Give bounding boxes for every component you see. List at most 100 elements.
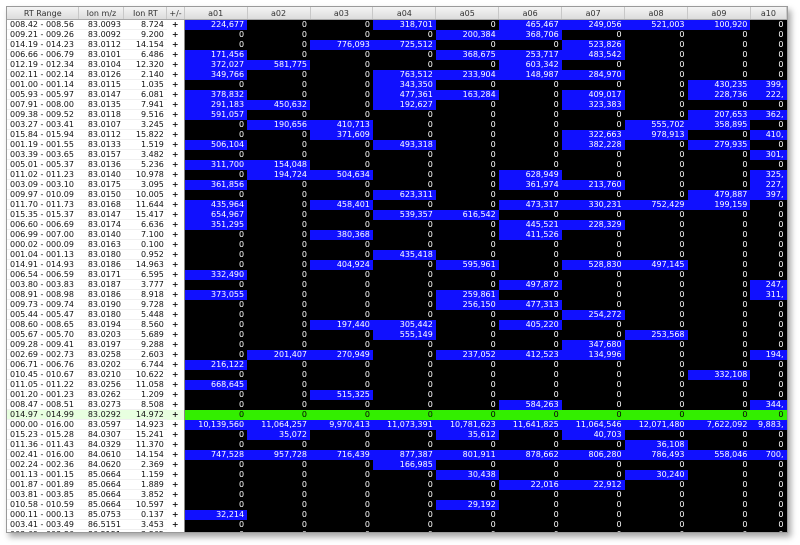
expand-toggle[interactable]: + [166, 149, 185, 160]
expand-toggle[interactable]: + [166, 89, 185, 100]
table-row[interactable]: 008.60 - 008.65 83.0194 8.560 +0 0 197,440 305… [7, 319, 787, 330]
column-header[interactable]: a08 [624, 7, 689, 20]
expand-toggle[interactable]: + [166, 409, 185, 420]
expand-toggle[interactable]: + [166, 69, 185, 80]
table-row[interactable]: 002.41 - 016.00 84.0610 14.154 +747,528 957,… [7, 449, 787, 460]
expand-toggle[interactable]: + [166, 49, 185, 60]
expand-toggle[interactable]: + [166, 469, 185, 480]
table-row[interactable]: 010.58 - 010.59 85.0664 10.597 +0 0 0 0 29,192 0… [7, 499, 787, 510]
table-row[interactable]: 006.66 - 006.79 83.0101 6.486 +171,456 0 0 0 36… [7, 49, 787, 60]
expand-toggle[interactable]: + [166, 219, 185, 230]
expand-toggle[interactable]: + [166, 349, 185, 360]
expand-toggle[interactable]: + [166, 79, 185, 90]
table-row[interactable]: 003.41 - 003.49 86.5151 3.453 +0 0 0 0 0 0 0 0 0 0 [7, 519, 787, 530]
expand-toggle[interactable]: + [166, 199, 185, 210]
table-row[interactable]: 009.21 - 009.26 83.0092 9.200 +0 0 0 0 200,384 3… [7, 29, 787, 40]
table-row[interactable]: 001.20 - 001.23 83.0262 1.209 +0 0 515,325 0 0 0… [7, 389, 787, 400]
expand-toggle[interactable]: + [166, 259, 185, 270]
table-row[interactable]: 001.87 - 001.89 85.0664 1.889 +0 0 0 0 0 22,016 2… [7, 479, 787, 490]
column-header[interactable]: a05 [435, 7, 500, 20]
table-row[interactable]: 006.54 - 006.59 83.0171 6.595 +332,490 0 0 0 0 0… [7, 269, 787, 280]
column-header[interactable]: Ion RT [123, 7, 168, 20]
table-row[interactable]: 003.27 - 003.41 83.0107 3.245 +0 190,656 410,… [7, 119, 787, 130]
expand-toggle[interactable]: + [166, 159, 185, 170]
expand-toggle[interactable]: + [166, 189, 185, 200]
expand-toggle[interactable]: + [166, 359, 185, 370]
table-row[interactable]: 002.11 - 002.14 83.0126 2.140 +349,766 0 0 763… [7, 69, 787, 80]
table-row[interactable]: 009.38 - 009.52 83.0118 9.516 +591,057 0 0 0 0 0… [7, 109, 787, 120]
table-row[interactable]: 005.93 - 005.97 83.0147 6.081 +378,832 0 0 477… [7, 89, 787, 100]
expand-toggle[interactable]: + [166, 389, 185, 400]
expand-toggle[interactable]: + [166, 519, 185, 530]
table-row[interactable]: 008.47 - 008.51 83.0273 8.508 +0 0 0 0 0 584,263… [7, 399, 787, 410]
expand-toggle[interactable]: + [166, 489, 185, 500]
expand-toggle[interactable]: + [166, 249, 185, 260]
expand-toggle[interactable]: + [166, 369, 185, 380]
table-row[interactable]: 005.44 - 005.47 83.0180 5.448 +0 0 0 0 0 0 254,27… [7, 309, 787, 320]
expand-toggle[interactable]: + [166, 399, 185, 410]
table-row[interactable]: 008.42 - 008.56 83.0093 8.724 +224,677 0 0 318… [7, 19, 787, 30]
expand-toggle[interactable]: + [166, 29, 185, 40]
table-row[interactable]: 003.81 - 003.85 85.0664 3.852 +0 0 0 0 0 0 0 0 0 0 [7, 489, 787, 500]
table-row[interactable]: 001.13 - 001.15 85.0664 1.159 +0 0 0 0 30,438 0 0… [7, 469, 787, 480]
expand-toggle[interactable]: + [166, 319, 185, 330]
column-header[interactable]: a06 [498, 7, 563, 20]
expand-toggle[interactable]: + [166, 19, 185, 30]
table-row[interactable]: 005.01 - 005.37 83.0136 5.236 +311,700 154,0… [7, 159, 787, 170]
column-header[interactable]: RT Range [7, 7, 80, 20]
expand-toggle[interactable]: + [166, 309, 185, 320]
column-header[interactable]: a09 [687, 7, 751, 20]
expand-toggle[interactable]: + [166, 499, 185, 510]
column-header[interactable]: a10 [750, 7, 787, 20]
column-header[interactable]: a07 [561, 7, 626, 20]
table-row[interactable]: 011.70 - 011.73 83.0168 11.644 +435,964 0 458… [7, 199, 787, 210]
table-row[interactable]: 000.11 - 000.13 85.0753 0.137 +32,214 0 0 0 0 0 0… [7, 509, 787, 520]
table-row[interactable]: 005.67 - 005.70 83.0203 5.689 +0 0 0 555,149 0 0… [7, 329, 787, 340]
column-header[interactable]: a02 [247, 7, 311, 20]
table-row[interactable]: 011.02 - 011.23 83.0140 10.978 +0 194,724 504… [7, 169, 787, 180]
expand-toggle[interactable]: + [166, 339, 185, 350]
expand-toggle[interactable]: + [166, 299, 185, 310]
expand-toggle[interactable]: + [166, 439, 185, 450]
expand-toggle[interactable]: + [166, 269, 185, 280]
table-row[interactable]: 009.73 - 009.74 83.0190 9.728 +0 0 0 0 256,150 4… [7, 299, 787, 310]
table-row[interactable]: 001.00 - 001.14 83.0115 1.035 +0 0 0 343,350 0 0… [7, 79, 787, 90]
table-row[interactable]: 000.00 - 016.00 83.0597 14.923 +10,139,560 1… [7, 419, 787, 430]
expand-toggle[interactable]: + [166, 109, 185, 120]
table-row[interactable]: 009.28 - 009.41 83.0197 9.288 +0 0 0 0 0 0 347,68… [7, 339, 787, 350]
table-row[interactable]: 000.02 - 000.09 83.0163 0.100 +0 0 0 0 0 0 0 0 0 0 [7, 239, 787, 250]
table-row[interactable]: 002.69 - 002.73 83.0258 2.603 +0 201,407 270,… [7, 349, 787, 360]
expand-toggle[interactable]: + [166, 129, 185, 140]
expand-toggle[interactable]: + [166, 449, 185, 460]
table-row[interactable]: 011.36 - 011.43 84.0329 11.370 +0 0 0 0 0 0 0 36,1… [7, 439, 787, 450]
table-row[interactable]: 015.35 - 015.37 83.0147 15.417 +654,967 0 0 53… [7, 209, 787, 220]
table-row[interactable]: 014.19 - 014.23 83.0112 14.154 +0 0 776,093 72… [7, 39, 787, 50]
table-row[interactable]: 003.69 - 003.8686.51513.865+0000000000 [7, 529, 787, 532]
expand-toggle[interactable]: + [166, 99, 185, 110]
column-header[interactable]: a03 [310, 7, 374, 20]
table-row[interactable]: 010.45 - 010.67 83.0210 10.622 +0 0 0 0 0 0 0 0 332… [7, 369, 787, 380]
expand-toggle[interactable]: + [166, 59, 185, 70]
table-row[interactable]: 006.60 - 006.69 83.0174 6.636 +351,295 0 0 0 0 4… [7, 219, 787, 230]
expand-toggle[interactable]: + [166, 429, 185, 440]
expand-toggle[interactable]: + [166, 329, 185, 340]
table-row[interactable]: 014.97 - 014.99 83.0292 14.972 +0 0 0 0 0 0 0 0 0 0 [7, 409, 787, 420]
expand-toggle[interactable]: + [166, 419, 185, 430]
table-row[interactable]: 015.84 - 015.94 83.0112 15.822 +0 0 371,609 0 0… [7, 129, 787, 140]
table-row[interactable]: 006.99 - 007.00 83.0140 7.100 +0 0 380,368 0 0 4… [7, 229, 787, 240]
expand-toggle[interactable]: + [166, 169, 185, 180]
table-row[interactable]: 011.05 - 011.22 83.0256 11.058 +668,645 0 0 0 0… [7, 379, 787, 390]
expand-toggle[interactable]: + [166, 509, 185, 520]
expand-toggle[interactable]: + [166, 229, 185, 240]
table-row[interactable]: 002.24 - 002.36 84.0620 2.369 +0 0 0 166,985 0 0… [7, 459, 787, 470]
expand-toggle[interactable]: + [166, 379, 185, 390]
expand-toggle[interactable]: + [166, 279, 185, 290]
expand-toggle[interactable]: + [166, 209, 185, 220]
column-header[interactable]: a01 [184, 7, 248, 20]
table-row[interactable]: 001.19 - 001.55 83.0133 1.519 +506,104 0 0 493… [7, 139, 787, 150]
expand-toggle[interactable]: + [166, 529, 185, 532]
expand-toggle[interactable]: + [166, 179, 185, 190]
table-row[interactable]: 003.09 - 003.10 83.0175 3.095 +361,856 0 0 0 0 3… [7, 179, 787, 190]
table-row[interactable]: 008.91 - 008.98 83.0186 8.918 +373,055 0 0 0 25… [7, 289, 787, 300]
table-row[interactable]: 012.19 - 012.34 83.0104 12.320 +372,027 581,… [7, 59, 787, 70]
